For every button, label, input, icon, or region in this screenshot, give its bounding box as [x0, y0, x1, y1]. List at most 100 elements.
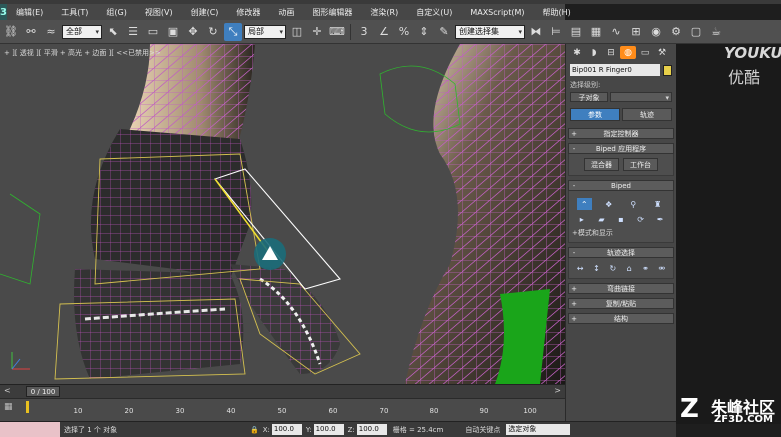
- maxscript-listener-mini[interactable]: [0, 421, 60, 437]
- scale-icon[interactable]: ⤡: [224, 22, 242, 41]
- link-icon[interactable]: ⛓: [2, 23, 20, 41]
- pivot-center-icon[interactable]: ◫: [288, 23, 306, 41]
- prev-frame-button[interactable]: <: [4, 386, 11, 395]
- graphite-toolbar-icon[interactable]: ▦: [587, 23, 605, 41]
- menu-help[interactable]: 帮助(H): [534, 7, 580, 18]
- body-vertical-icon[interactable]: ↕: [589, 262, 604, 274]
- mixer-button[interactable]: 混合器: [584, 158, 619, 171]
- y-label: Y:: [305, 425, 312, 434]
- load-file-icon[interactable]: ▰: [594, 213, 609, 225]
- next-frame-button[interactable]: >: [554, 386, 561, 395]
- symmetrical-icon[interactable]: ⚭: [638, 262, 653, 274]
- z-coord-field[interactable]: 100.0: [356, 424, 387, 435]
- figure-mode-icon[interactable]: ⌃: [576, 198, 592, 210]
- modify-icon[interactable]: ◗: [586, 46, 602, 59]
- menu-views[interactable]: 视图(V): [136, 7, 182, 18]
- manipulate-icon[interactable]: ✛: [308, 23, 326, 41]
- rollout-biped[interactable]: - Biped: [568, 180, 674, 191]
- biped-playback-icon[interactable]: ▸: [574, 213, 589, 225]
- object-name-field[interactable]: Bip001 R Finger0: [570, 64, 660, 76]
- rollout-biped-apps[interactable]: - Biped 应用程序: [568, 143, 674, 154]
- display-icon[interactable]: ▭: [637, 46, 653, 59]
- render-production-icon[interactable]: ☕: [707, 23, 725, 41]
- save-file-icon[interactable]: ▪: [613, 213, 628, 225]
- menu-animation[interactable]: 动画: [269, 7, 303, 18]
- schematic-view-icon[interactable]: ⊞: [627, 23, 645, 41]
- angle-snap-icon[interactable]: ∠: [375, 23, 393, 41]
- menu-customize[interactable]: 自定义(U): [407, 7, 461, 18]
- edit-named-selection-icon[interactable]: ✎: [435, 23, 453, 41]
- lock-icon[interactable]: 🔒: [250, 426, 259, 434]
- bind-space-warp-icon[interactable]: ≈: [42, 23, 60, 41]
- menu-group[interactable]: 组(G): [97, 7, 135, 18]
- autokey-label[interactable]: 自动关键点: [465, 425, 500, 435]
- curve-editor-icon[interactable]: ∿: [607, 23, 625, 41]
- snap-toggle-icon[interactable]: 3: [355, 23, 373, 41]
- material-editor-icon[interactable]: ◉: [647, 23, 665, 41]
- rect-selection-icon[interactable]: ▭: [144, 23, 162, 41]
- convert-icon[interactable]: ⟳: [633, 213, 648, 225]
- app-logo[interactable]: 3: [0, 4, 7, 20]
- mirror-icon[interactable]: ⧓: [527, 23, 545, 41]
- perspective-viewport[interactable]: + ][ 透视 ][ 平滑 + 高光 + 边面 ][ <<已禁用>>: [0, 44, 565, 384]
- zf3d-watermark: Z 朱峰社区 ZF3D.COM: [676, 392, 781, 437]
- named-selection-dropdown[interactable]: 创建选择集 ▾: [455, 24, 525, 39]
- sub-object-button[interactable]: 子对象: [570, 92, 608, 102]
- tab-trajectories[interactable]: 轨迹: [622, 108, 672, 121]
- time-slider[interactable]: < 0 / 100 >: [0, 384, 565, 398]
- select-by-name-icon[interactable]: ☰: [124, 23, 142, 41]
- lock-cog-icon[interactable]: ⌂: [622, 262, 637, 274]
- x-coord-field[interactable]: 100.0: [271, 424, 302, 435]
- select-object-icon[interactable]: ⬉: [104, 23, 122, 41]
- render-setup-icon[interactable]: ⚙: [667, 23, 685, 41]
- selection-level-dropdown[interactable]: ▾: [610, 92, 672, 102]
- window-crossing-icon[interactable]: ▣: [164, 23, 182, 41]
- hierarchy-icon[interactable]: ⊟: [603, 46, 619, 59]
- reference-coord-dropdown[interactable]: 局部 ▾: [244, 24, 286, 39]
- menu-edit[interactable]: 编辑(E): [7, 7, 52, 18]
- collapse-sign: -: [572, 144, 576, 153]
- mixer-mode-icon[interactable]: ♜: [650, 198, 665, 210]
- menu-maxscript[interactable]: MAXScript(M): [461, 8, 533, 17]
- rollout-track-selection[interactable]: - 轨迹选择: [568, 247, 674, 258]
- utilities-icon[interactable]: ⚒: [654, 46, 670, 59]
- rollout-bend-links[interactable]: + 弯曲链接: [568, 283, 674, 294]
- rollout-assign-controller[interactable]: + 指定控制器: [568, 128, 674, 139]
- motion-icon[interactable]: ◍: [620, 46, 636, 59]
- layer-manager-icon[interactable]: ▤: [567, 23, 585, 41]
- y-coord-field[interactable]: 100.0: [313, 424, 344, 435]
- tick-label: 60: [328, 407, 338, 415]
- move-all-icon[interactable]: ✒: [653, 213, 668, 225]
- create-icon[interactable]: ✱: [569, 46, 585, 59]
- move-icon[interactable]: ✥: [184, 23, 202, 41]
- object-color-swatch[interactable]: [663, 64, 672, 76]
- track-bar[interactable]: ▦ 10 20 30 40 50 60 70 80 90 100: [0, 398, 565, 421]
- time-slider-thumb[interactable]: 0 / 100: [26, 386, 60, 397]
- key-icon[interactable]: ▦: [4, 402, 13, 412]
- tab-parameters[interactable]: 参数: [570, 108, 620, 121]
- key-filter-dropdown[interactable]: 选定对象: [506, 424, 571, 435]
- align-icon[interactable]: ⊨: [547, 23, 565, 41]
- menu-graph-editors[interactable]: 图形编辑器: [303, 7, 361, 18]
- footstep-mode-icon[interactable]: ❖: [601, 198, 616, 210]
- spinner-snap-icon[interactable]: ⇕: [415, 23, 433, 41]
- render-frame-icon[interactable]: ▢: [687, 23, 705, 41]
- menu-create[interactable]: 创建(C): [182, 7, 228, 18]
- motion-flow-icon[interactable]: ⚲: [626, 198, 641, 210]
- body-horizontal-icon[interactable]: ↔: [573, 262, 588, 274]
- body-rotation-icon[interactable]: ↻: [605, 262, 620, 274]
- percent-snap-icon[interactable]: %: [395, 23, 413, 41]
- mode-display-label[interactable]: +模式和显示: [572, 228, 670, 238]
- rotate-icon[interactable]: ↻: [204, 23, 222, 41]
- unlink-icon[interactable]: ⚯: [22, 23, 40, 41]
- rollout-copy-paste[interactable]: + 复制/粘贴: [568, 298, 674, 309]
- viewport-label[interactable]: + ][ 透视 ][ 平滑 + 高光 + 边面 ][ <<已禁用>>: [4, 48, 161, 58]
- menu-modifiers[interactable]: 修改器: [227, 7, 269, 18]
- menu-rendering[interactable]: 渲染(R): [361, 7, 407, 18]
- selection-filter-dropdown[interactable]: 全部 ▾: [62, 24, 102, 39]
- rollout-structure[interactable]: + 结构: [568, 313, 674, 324]
- workbench-button[interactable]: 工作台: [623, 158, 658, 171]
- keyboard-shortcut-icon[interactable]: ⌨: [328, 23, 346, 41]
- menu-tools[interactable]: 工具(T): [52, 7, 97, 18]
- opposite-icon[interactable]: ⚮: [654, 262, 669, 274]
